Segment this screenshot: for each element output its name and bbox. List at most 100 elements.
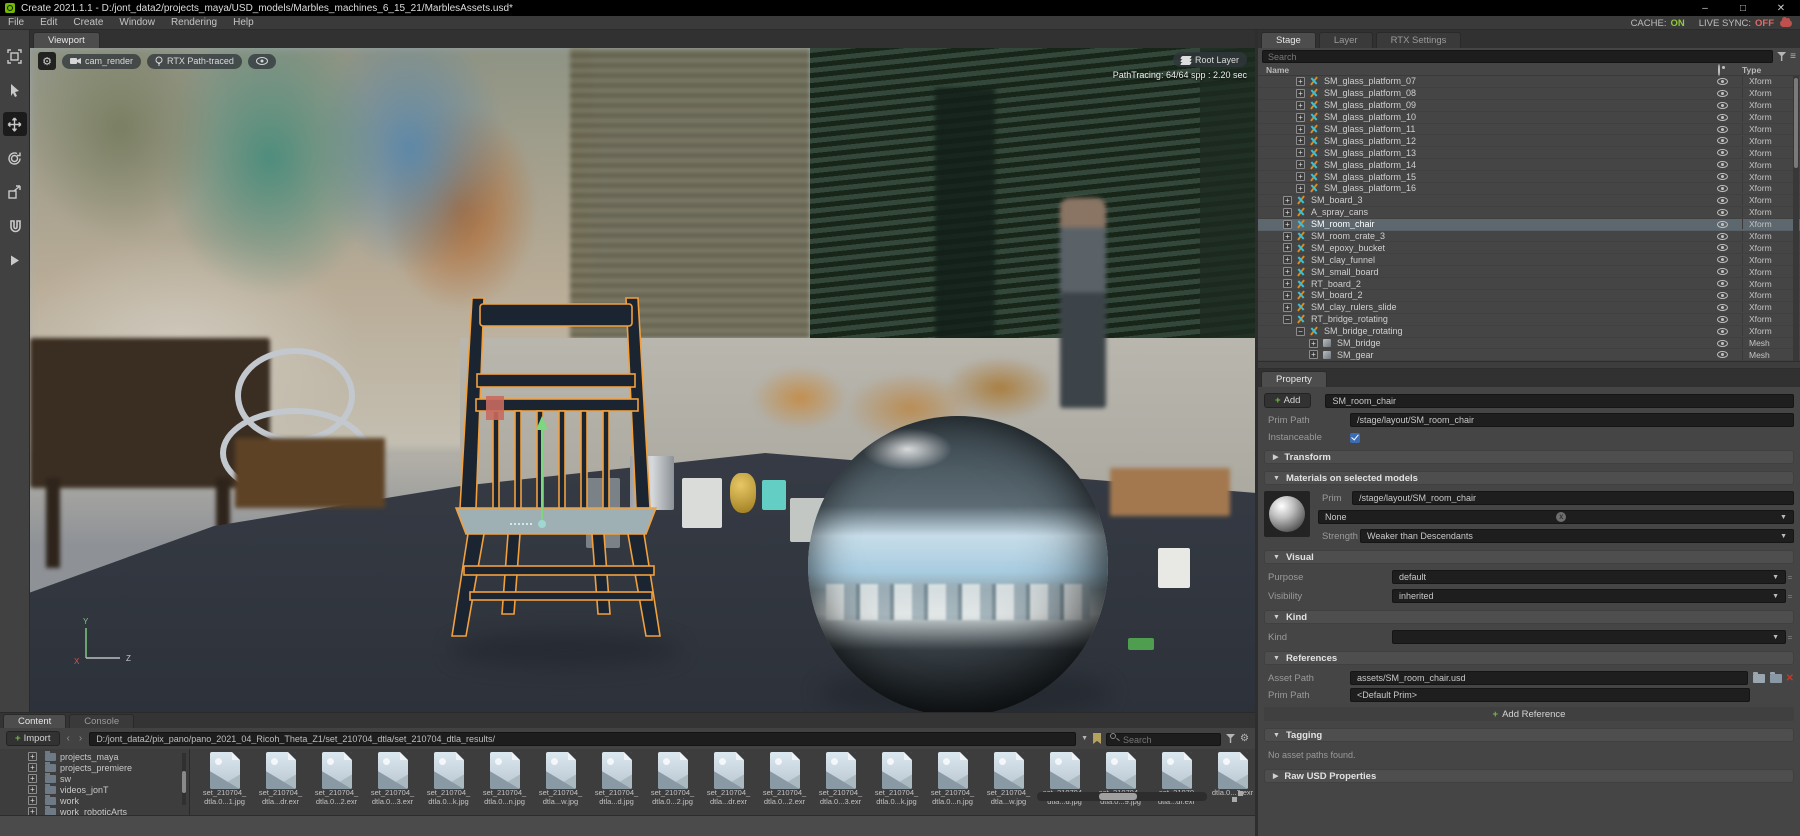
- instanceable-checkbox[interactable]: [1350, 432, 1360, 443]
- material-prim-field[interactable]: [1352, 491, 1794, 505]
- expand-toggle-icon[interactable]: +: [1296, 76, 1305, 86]
- column-type[interactable]: Type: [1742, 65, 1800, 75]
- expand-toggle-icon[interactable]: +: [1296, 112, 1305, 122]
- expand-toggle-icon[interactable]: +: [1283, 302, 1292, 312]
- expand-toggle-icon[interactable]: +: [1283, 195, 1292, 205]
- visibility-eye-icon[interactable]: [1717, 303, 1728, 311]
- content-panel-tab[interactable]: Console: [69, 714, 135, 728]
- folder-tree-scrollbar[interactable]: [182, 753, 186, 805]
- visibility-eye-icon[interactable]: [1717, 351, 1728, 359]
- stage-panel-tab[interactable]: Stage: [1261, 32, 1316, 48]
- tree-row[interactable]: + SM_glass_platform_15 Xform: [1258, 171, 1800, 184]
- clear-material-icon[interactable]: x: [1556, 512, 1567, 522]
- file-item[interactable]: set_210704_ dtla.0...9.jpg: [1094, 752, 1147, 815]
- tree-row[interactable]: + SM_glass_platform_10 Xform: [1258, 112, 1800, 124]
- visibility-eye-icon[interactable]: [1717, 315, 1728, 323]
- tree-row[interactable]: + A_spray_cans Xform: [1258, 207, 1800, 219]
- visibility-eye-icon[interactable]: [1717, 232, 1728, 240]
- forward-arrow[interactable]: ›: [77, 733, 84, 744]
- rotate-tool-icon[interactable]: [3, 146, 27, 170]
- section-raw-usd[interactable]: ▶ Raw USD Properties: [1264, 769, 1794, 783]
- file-item[interactable]: set_210704_ dtla...d.jpg: [590, 752, 643, 815]
- tab-property[interactable]: Property: [1261, 371, 1327, 387]
- tree-row[interactable]: + SM_room_crate_3 Xform: [1258, 231, 1800, 243]
- visibility-eye-icon[interactable]: [1717, 220, 1728, 228]
- expand-toggle-icon[interactable]: +: [1309, 338, 1318, 348]
- folder-row[interactable]: + work: [28, 794, 189, 806]
- expand-toggle-icon[interactable]: −: [1283, 314, 1292, 324]
- content-filter-funnel-icon[interactable]: [1226, 734, 1236, 743]
- expand-toggle-icon[interactable]: +: [1283, 231, 1292, 241]
- filter-funnel-icon[interactable]: [1777, 52, 1787, 61]
- stage-panel-tab[interactable]: Layer: [1318, 32, 1373, 48]
- tree-row[interactable]: + SM_gear Mesh: [1258, 349, 1800, 361]
- grid-view-icon[interactable]: [1232, 791, 1243, 802]
- tree-row[interactable]: − RT_bridge_rotating Xform: [1258, 314, 1800, 326]
- scale-tool-icon[interactable]: [3, 180, 27, 204]
- file-item[interactable]: set_210704_ dtla.0...n.jpg: [478, 752, 531, 815]
- browse-folder-icon[interactable]: [1752, 671, 1765, 683]
- content-panel-tab[interactable]: Content: [3, 714, 67, 728]
- file-item[interactable]: set_21070 dtla...dr.exr: [1150, 752, 1203, 815]
- file-item[interactable]: set_210704_ dtla...d.jpg: [1038, 752, 1091, 815]
- file-item[interactable]: set_210704_ dtla...w.jpg: [982, 752, 1035, 815]
- visibility-eye-icon[interactable]: [1717, 256, 1728, 264]
- visibility-eye-icon[interactable]: [1717, 339, 1728, 347]
- expand-toggle-icon[interactable]: +: [28, 774, 37, 783]
- expand-toggle-icon[interactable]: +: [28, 752, 37, 761]
- expand-toggle-icon[interactable]: +: [1283, 290, 1292, 300]
- file-item[interactable]: set_210704_ dtla.0...2.exr: [310, 752, 363, 815]
- file-item[interactable]: dtla.0...2.exr: [1206, 752, 1255, 815]
- import-button[interactable]: + Import: [6, 731, 60, 746]
- expand-toggle-icon[interactable]: +: [1296, 172, 1305, 182]
- folder-row[interactable]: + projects_premiere: [28, 761, 189, 773]
- visibility-eye-icon[interactable]: [1717, 89, 1728, 97]
- visibility-eye-icon[interactable]: [1717, 184, 1728, 192]
- tree-row[interactable]: + SM_clay_rulers_slide Xform: [1258, 302, 1800, 314]
- add-property-button[interactable]: + Add: [1264, 393, 1312, 408]
- add-reference-button[interactable]: + Add Reference: [1264, 707, 1794, 721]
- viewport-settings-gear-icon[interactable]: ⚙: [38, 52, 56, 70]
- section-references[interactable]: ▼ References: [1264, 651, 1794, 665]
- column-name[interactable]: Name: [1266, 65, 1289, 75]
- section-tagging[interactable]: ▼ Tagging: [1264, 728, 1794, 742]
- content-search-input[interactable]: [1106, 733, 1222, 746]
- visibility-eye-icon[interactable]: [1717, 280, 1728, 288]
- tree-row[interactable]: + SM_glass_platform_08 Xform: [1258, 88, 1800, 100]
- visibility-eye-icon[interactable]: [1717, 327, 1728, 335]
- visibility-eye-icon[interactable]: [1717, 161, 1728, 169]
- expand-toggle-icon[interactable]: +: [1283, 279, 1292, 289]
- play-button-icon[interactable]: [3, 248, 27, 272]
- expand-toggle-icon[interactable]: +: [28, 807, 37, 815]
- asset-path-field[interactable]: [1350, 671, 1748, 685]
- menu-item[interactable]: Edit: [32, 16, 65, 30]
- options-hamburger-icon[interactable]: ≡: [1790, 51, 1796, 62]
- stage-tree-scrollbar[interactable]: [1793, 76, 1799, 361]
- expand-toggle-icon[interactable]: +: [28, 796, 37, 805]
- select-cursor-tool-icon[interactable]: [3, 78, 27, 102]
- file-item[interactable]: set_210704_ dtla.0...k.jpg: [422, 752, 475, 815]
- tree-row[interactable]: + SM_glass_platform_13 Xform: [1258, 147, 1800, 160]
- expand-toggle-icon[interactable]: +: [1296, 88, 1305, 98]
- visibility-eye-icon[interactable]: [1717, 101, 1728, 109]
- visibility-eye-icon[interactable]: [1717, 268, 1728, 276]
- tree-row[interactable]: + SM_board_2 Xform: [1258, 290, 1800, 302]
- move-tool-icon[interactable]: [2, 112, 27, 136]
- renderer-selector-button[interactable]: RTX Path-traced: [147, 53, 242, 69]
- folder-row[interactable]: + projects_maya: [28, 750, 189, 762]
- tree-row[interactable]: + RT_board_2 Xform: [1258, 278, 1800, 291]
- expand-toggle-icon[interactable]: +: [1283, 255, 1292, 265]
- stage-search-input[interactable]: [1262, 50, 1774, 63]
- expand-toggle-icon[interactable]: +: [1296, 148, 1305, 158]
- folder-row[interactable]: + work_roboticArts: [28, 805, 189, 815]
- tab-viewport[interactable]: Viewport: [33, 32, 100, 48]
- kind-dropdown[interactable]: ▼: [1392, 630, 1786, 644]
- visibility-eye-icon[interactable]: [1717, 208, 1728, 216]
- minimize-button[interactable]: –: [1686, 0, 1724, 16]
- folder-row[interactable]: + videos_jonT: [28, 783, 189, 795]
- bookmark-icon[interactable]: [1093, 733, 1102, 744]
- file-item[interactable]: set_210704_ dtla.0...k.jpg: [870, 752, 923, 815]
- file-item[interactable]: set_210704_ dtla.0...n.jpg: [926, 752, 979, 815]
- tree-row[interactable]: + SM_glass_platform_11 Xform: [1258, 124, 1800, 136]
- remove-reference-icon[interactable]: ✕: [1786, 673, 1794, 684]
